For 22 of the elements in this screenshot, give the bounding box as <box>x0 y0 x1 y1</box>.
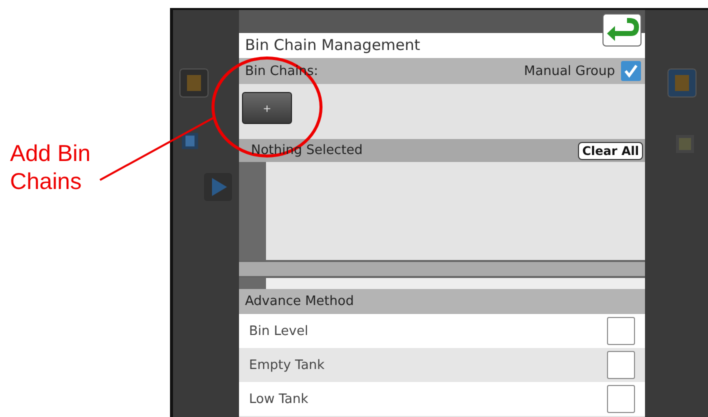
tile-icon[interactable] <box>667 68 697 98</box>
tile-icon[interactable] <box>181 132 199 150</box>
option-label: Bin Level <box>249 324 308 338</box>
option-label: Low Tank <box>249 392 308 406</box>
checkbox[interactable] <box>621 61 641 81</box>
option-row[interactable]: Low Tank <box>239 382 645 416</box>
checkbox[interactable] <box>607 385 635 413</box>
tile-icon[interactable] <box>179 68 209 98</box>
option-label: Empty Tank <box>249 358 325 372</box>
add-button[interactable]: + <box>242 92 292 124</box>
section-header: Advance Method <box>245 294 354 309</box>
scroll-bar[interactable] <box>239 260 645 278</box>
checkbox[interactable] <box>607 317 635 345</box>
annotation-label: Add Bin Chains <box>10 139 92 195</box>
checkbox-label: Manual Group <box>524 64 615 78</box>
option-row[interactable]: Bin Level <box>239 314 645 348</box>
list-row[interactable] <box>239 278 645 289</box>
dialog-title: Bin Chain Management <box>239 33 645 58</box>
clear-all-button[interactable]: Clear All <box>578 142 643 160</box>
play-icon[interactable] <box>203 172 233 202</box>
tile-icon[interactable] <box>675 134 695 154</box>
checkbox[interactable] <box>607 351 635 379</box>
